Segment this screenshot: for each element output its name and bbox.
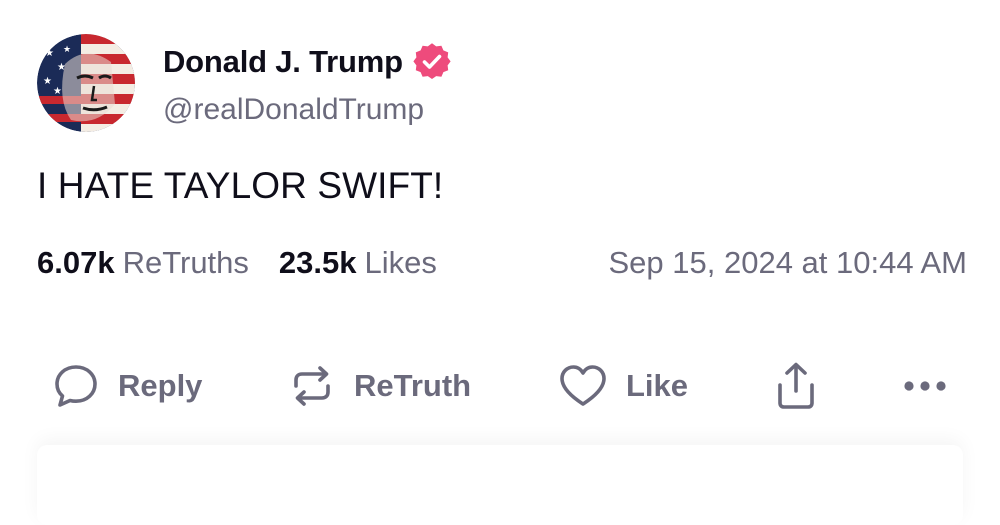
svg-text:★: ★ <box>53 86 62 97</box>
speech-bubble-icon <box>55 365 97 407</box>
svg-text:★: ★ <box>43 76 52 87</box>
share-button[interactable] <box>774 358 818 414</box>
heart-icon <box>560 365 606 406</box>
reply-button[interactable]: Reply <box>52 358 202 414</box>
author-name[interactable]: Donald J. Trump <box>163 44 403 80</box>
verified-badge-icon <box>413 43 451 80</box>
action-bar: Reply ReTruth Like <box>0 358 1000 414</box>
author-handle[interactable]: @realDonaldTrump <box>163 93 424 127</box>
likes-stat[interactable]: 23.5k Likes <box>279 245 437 281</box>
avatar-image: ★ ★ ★ ★ ★ <box>37 34 135 132</box>
post-stats: 6.07k ReTruths 23.5k Likes Sep 15, 2024 at… <box>37 243 967 283</box>
retruth-button[interactable]: ReTruth <box>288 358 471 414</box>
avatar[interactable]: ★ ★ ★ ★ ★ <box>37 34 135 132</box>
author-name-row: Donald J. Trump <box>163 42 451 82</box>
post-timestamp: Sep 15, 2024 at 10:44 AM <box>608 245 968 280</box>
retruths-stat[interactable]: 6.07k ReTruths <box>37 245 249 281</box>
svg-text:★: ★ <box>45 48 54 59</box>
reply-composer-card <box>37 445 963 525</box>
like-label: Like <box>626 368 689 403</box>
likes-label: Likes <box>364 245 437 280</box>
post-text: I HATE TAYLOR SWIFT! <box>37 165 444 206</box>
svg-text:★: ★ <box>63 45 71 55</box>
likes-count: 23.5k <box>278 245 357 280</box>
like-button[interactable]: Like <box>558 358 688 414</box>
repost-arrows-icon <box>294 366 330 406</box>
retruth-label: ReTruth <box>354 368 472 403</box>
more-dots-icon <box>904 381 946 391</box>
retruths-label: ReTruths <box>122 245 249 280</box>
reply-label: Reply <box>118 368 203 403</box>
more-options-button[interactable] <box>903 358 947 414</box>
retruths-count: 6.07k <box>37 245 115 280</box>
share-icon <box>778 362 814 409</box>
svg-text:★: ★ <box>57 62 66 73</box>
